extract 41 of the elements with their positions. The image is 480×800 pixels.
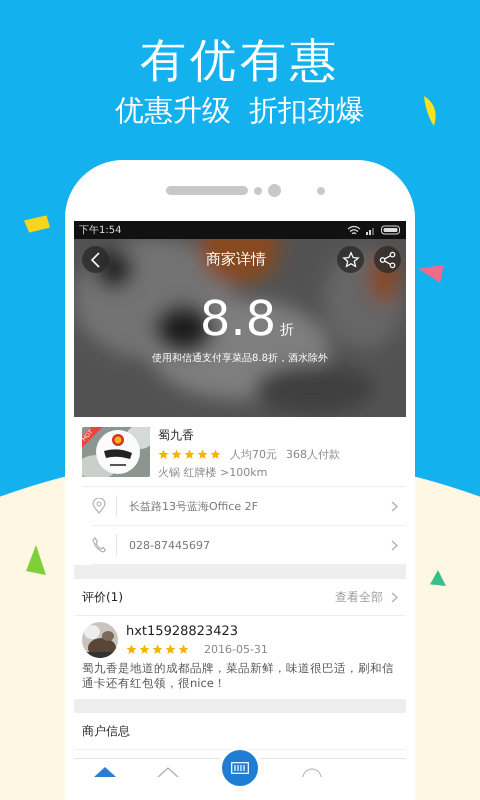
info-text: 028-87445697 [129, 538, 211, 552]
phone-icon [92, 537, 106, 553]
signal-icon [365, 225, 377, 235]
confetti-piece [26, 545, 46, 575]
section-title: 评价(1) [82, 588, 124, 606]
location-pin-icon [92, 498, 106, 514]
reviewer-name: hxt15928823423 [126, 624, 240, 639]
status-time: 下午1:54 [79, 224, 122, 237]
confetti-piece [418, 265, 446, 283]
page-title: 商家详情 [205, 250, 267, 269]
barcode-icon [230, 762, 249, 774]
merchant-name: 蜀九香 [158, 427, 195, 444]
view-all-link[interactable]: 查看全部 [335, 588, 383, 606]
confetti-piece [430, 570, 446, 586]
camera-dot [268, 184, 280, 197]
sensor-dot [254, 186, 262, 194]
tagline: 优惠升级 折扣劲爆 [114, 92, 366, 129]
battery-icon [381, 225, 401, 235]
headline: 有优有惠 [140, 32, 340, 89]
review-date: 2016-05-31 [204, 643, 268, 656]
discount-note: 使用和信通支付享菜品8.8折，酒水除外 [151, 352, 329, 365]
confetti-piece [24, 215, 50, 233]
back-icon [88, 250, 102, 268]
discount-unit: 折 [280, 321, 294, 339]
merchant-tags: 火锅 红牌楼 >100km [158, 465, 340, 480]
info-row[interactable]: 长益路13号蓝海Office 2F [92, 487, 406, 526]
tab-icon[interactable] [156, 767, 179, 777]
info-text: 长益路13号蓝海Office 2F [129, 498, 259, 514]
sensor-dot [316, 186, 324, 194]
wifi-icon [347, 224, 361, 236]
share-icon [378, 250, 396, 268]
home-tab-icon[interactable] [94, 767, 116, 777]
chevron-icon [391, 540, 398, 550]
chevron-icon [391, 592, 398, 602]
discount-value: 8.8 [200, 293, 276, 345]
star-icon [342, 250, 360, 268]
review-text: 蜀九香是地道的成都品牌，菜品新鲜，味道很巴适，刷和信通卡还有红包领，很nice！ [82, 661, 395, 691]
average-price: 人均70元 [230, 447, 277, 462]
payment-count: 368人付款 [286, 447, 340, 462]
chevron-icon [391, 500, 398, 512]
section-title: 商户信息 [82, 722, 131, 740]
